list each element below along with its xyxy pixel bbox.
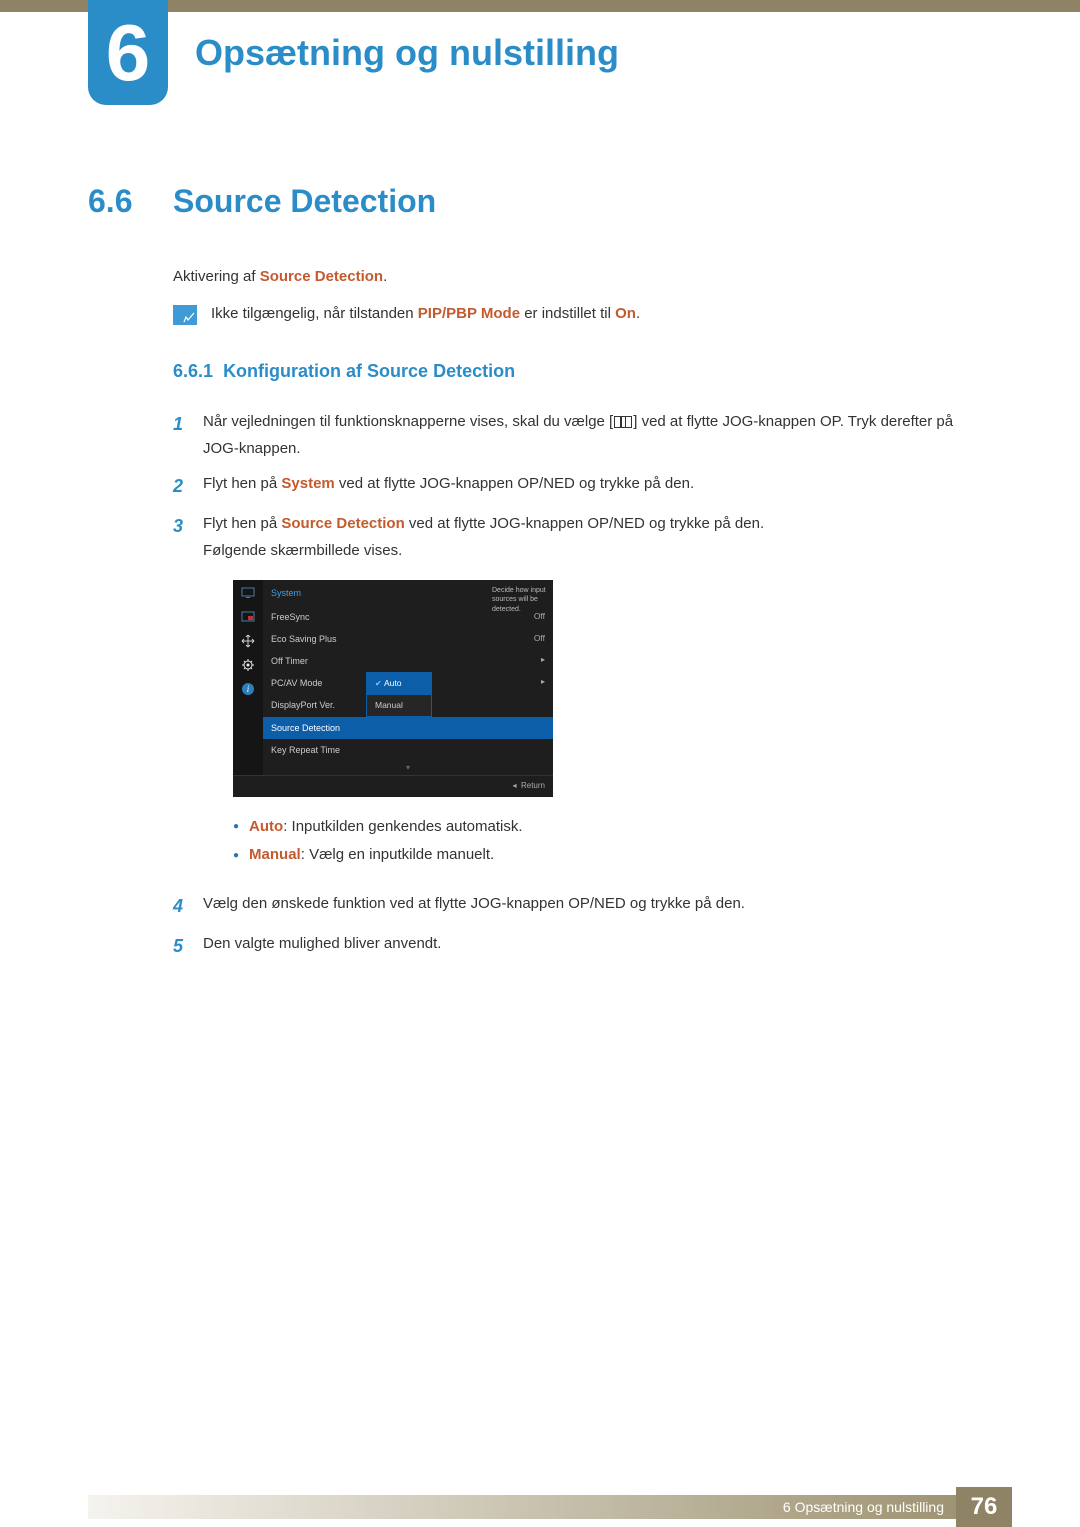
osd-help-text: Decide how input sources will be detecte…: [492, 586, 547, 613]
osd-row-ecosaving: Eco Saving PlusOff: [263, 628, 553, 650]
osd-menu-screenshot: i System FreeSyncOff Eco Saving PlusOff …: [233, 580, 553, 796]
osd-popup-auto: Auto: [367, 673, 431, 694]
gear-icon: [240, 658, 256, 672]
osd-row-sourcedetection: Source Detection: [263, 717, 553, 739]
footer-text: 6 Opsætning og nulstilling: [783, 1499, 944, 1515]
page-number: 76: [956, 1487, 1012, 1527]
section-content: 6.6Source Detection Aktivering af Source…: [88, 183, 978, 970]
osd-sidebar-icons: i: [233, 580, 263, 775]
page-footer: 6 Opsætning og nulstilling 76: [0, 1487, 1080, 1527]
osd-footer: ◂ Return: [233, 775, 553, 796]
info-icon: i: [240, 682, 256, 696]
steps-list: 1 Når vejledningen til funktionsknappern…: [173, 408, 978, 962]
note-text: Ikke tilgængelig, når tilstanden PIP/PBP…: [211, 305, 640, 322]
chapter-number: 6: [106, 7, 151, 99]
bullet-auto: ●Auto: Inputkilden genkendes automatisk.: [233, 813, 978, 842]
osd-popup-manual: Manual: [367, 695, 431, 716]
osd-row-keyrepeat: Key Repeat Time: [263, 739, 553, 761]
option-bullets: ●Auto: Inputkilden genkendes automatisk.…: [233, 813, 978, 870]
step-1: 1 Når vejledningen til funktionsknappern…: [173, 408, 978, 462]
note-icon: [173, 305, 197, 325]
step-3: 3 Flyt hen på Source Detection ved at fl…: [173, 510, 978, 881]
chapter-number-tab: 6: [88, 0, 168, 105]
step-4: 4 Vælg den ønskede funktion ved at flytt…: [173, 890, 978, 922]
bullet-manual: ●Manual: Vælg en inputkilde manuelt.: [233, 841, 978, 870]
section-heading: 6.6Source Detection: [88, 183, 978, 220]
section-title: Source Detection: [173, 183, 436, 219]
arrows-icon: [240, 634, 256, 648]
osd-popup: Auto Manual: [366, 672, 432, 717]
pip-icon: [240, 610, 256, 624]
note-row: Ikke tilgængelig, når tilstanden PIP/PBP…: [173, 305, 978, 325]
section-number: 6.6: [88, 183, 173, 220]
chapter-title: Opsætning og nulstilling: [195, 32, 619, 74]
step-5: 5 Den valgte mulighed bliver anvendt.: [173, 930, 978, 962]
monitor-icon: [240, 586, 256, 600]
osd-row-offtimer: Off Timer▸: [263, 650, 553, 672]
intro-emph: Source Detection: [260, 268, 383, 285]
intro-text: Aktivering af Source Detection.: [173, 268, 978, 285]
step-2: 2 Flyt hen på System ved at flytte JOG-k…: [173, 470, 978, 502]
subsection-heading: 6.6.1 Konfiguration af Source Detection: [173, 361, 978, 382]
menu-icon: [614, 416, 632, 428]
